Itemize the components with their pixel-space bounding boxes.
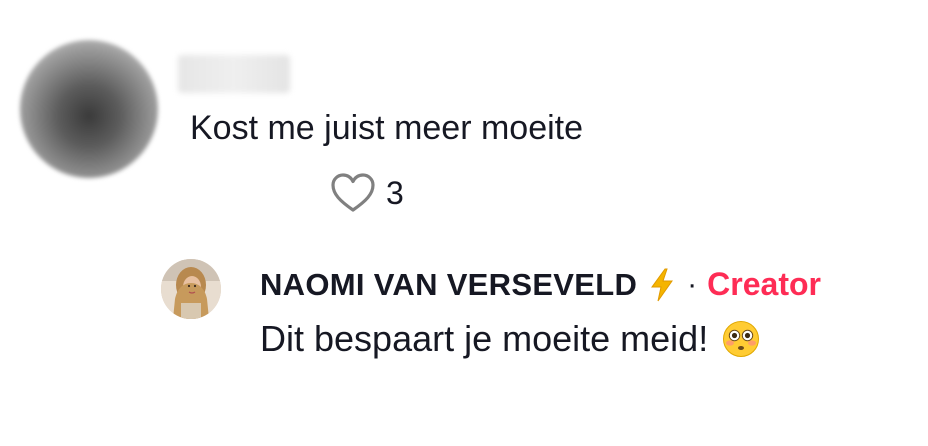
reply-text-row: Dit bespaart je moeite meid! xyxy=(260,316,760,362)
like-button[interactable]: 3 xyxy=(330,172,404,214)
comment-text: Kost me juist meer moeite xyxy=(190,109,584,147)
reply-header: NAOMI VAN VERSEVELD · Creator xyxy=(260,266,821,303)
comment-thread: Kost me juist meer moeite 3 NAOMI VAN VE… xyxy=(0,0,928,446)
like-count: 3 xyxy=(386,175,404,211)
flushed-face-emoji-icon xyxy=(723,321,760,357)
creator-avatar[interactable] xyxy=(161,259,221,319)
heart-icon[interactable] xyxy=(330,172,376,214)
reply-text: Dit bespaart je moeite meid! xyxy=(260,318,709,359)
commenter-name-redacted[interactable] xyxy=(178,55,290,93)
commenter-avatar[interactable] xyxy=(20,40,158,178)
creator-badge: Creator xyxy=(707,266,821,302)
creator-avatar-image xyxy=(161,259,221,319)
creator-name[interactable]: NAOMI VAN VERSEVELD xyxy=(260,267,637,303)
separator-dot: · xyxy=(687,267,698,301)
lightning-bolt-icon xyxy=(651,268,674,301)
